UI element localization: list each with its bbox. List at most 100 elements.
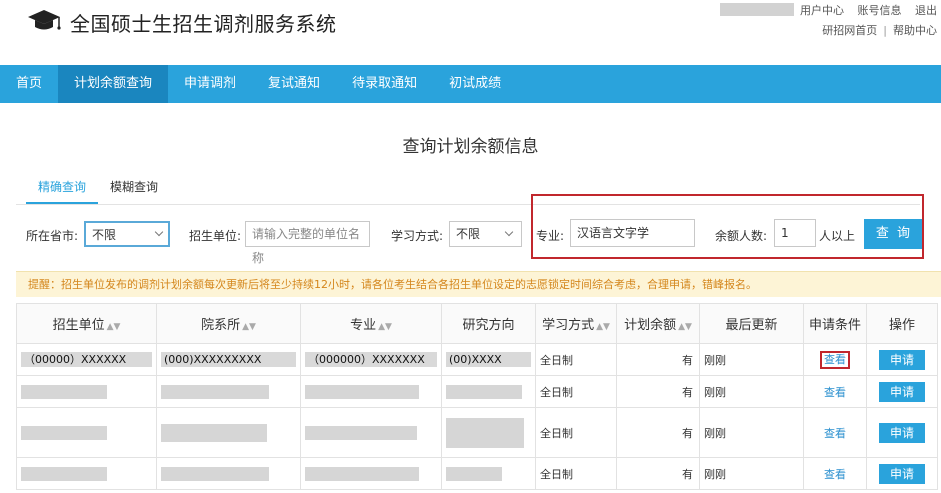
- province-select[interactable]: 不限: [84, 221, 170, 247]
- redacted-block: [161, 384, 269, 399]
- col-header-remain[interactable]: 计划余额 ▲▼: [616, 303, 700, 344]
- cell-mode: 全日制: [535, 407, 617, 458]
- province-select-value: 不限: [92, 228, 117, 242]
- view-conditions-link[interactable]: 查看: [820, 350, 850, 369]
- redacted-block: [446, 466, 502, 481]
- cell-mode: 全日制: [535, 457, 617, 490]
- highlight-box-major-filter: [531, 194, 924, 259]
- apply-button[interactable]: 申请: [879, 463, 925, 484]
- cell-mode: 全日制: [535, 375, 617, 408]
- sort-icon: ▲▼: [378, 322, 392, 332]
- nav-exam-scores[interactable]: 初试成绩: [433, 65, 517, 103]
- table-row: 全日制 有 刚刚 查看 申请: [16, 407, 938, 458]
- cell-unit: [16, 407, 157, 458]
- col-header-remain-label: 计划余额: [624, 318, 677, 333]
- redacted-block: [305, 384, 419, 399]
- redacted-block: [446, 417, 524, 448]
- top-links: 用户中心 账号信息 退出: [790, 2, 937, 18]
- col-header-action: 操作: [866, 303, 938, 344]
- cell-remain: 有: [616, 457, 700, 490]
- logout-link[interactable]: 退出: [915, 4, 937, 17]
- col-header-updated: 最后更新: [699, 303, 804, 344]
- col-header-major[interactable]: 专业 ▲▼: [300, 303, 442, 344]
- redacted-block: [305, 425, 417, 440]
- site-title: 全国硕士生招生调剂服务系统: [70, 12, 337, 36]
- direction-value: (00)XXXX: [446, 352, 531, 367]
- sort-icon: ▲▼: [596, 322, 610, 332]
- redacted-block: [21, 425, 107, 440]
- col-header-dept-label: 院系所: [201, 318, 241, 333]
- unit-input[interactable]: 请输入完整的单位名称: [245, 221, 370, 265]
- view-conditions-link[interactable]: 查看: [824, 427, 846, 440]
- tab-exact-query[interactable]: 精确查询: [26, 176, 99, 204]
- col-header-unit-label: 招生单位: [52, 318, 105, 333]
- cell-direction: [441, 375, 536, 408]
- cell-major: [300, 407, 442, 458]
- username-redacted: [720, 3, 794, 16]
- results-table: 招生单位 ▲▼ 院系所 ▲▼ 专业 ▲▼ 研究方向 学习方式 ▲▼ 计划余额 ▲▼ 最后更…: [16, 303, 938, 490]
- col-header-direction[interactable]: 研究方向: [441, 303, 536, 344]
- redacted-block: [21, 466, 107, 481]
- cell-updated: 刚刚: [699, 407, 804, 458]
- apply-button[interactable]: 申请: [879, 349, 925, 370]
- cell-conditions: 查看: [803, 375, 867, 408]
- cell-direction: [441, 457, 536, 490]
- cell-unit: （00000）XXXXXX: [16, 343, 157, 376]
- yanzhao-home-link[interactable]: 研招网首页: [822, 24, 877, 37]
- study-mode-select-value: 不限: [456, 227, 481, 241]
- redacted-block: [446, 384, 522, 399]
- study-mode-select[interactable]: 不限: [449, 221, 522, 247]
- col-header-dept[interactable]: 院系所 ▲▼: [156, 303, 301, 344]
- cell-direction: [441, 407, 536, 458]
- redacted-block: [305, 466, 419, 481]
- col-header-unit[interactable]: 招生单位 ▲▼: [16, 303, 157, 344]
- link-separator: |: [883, 24, 887, 37]
- cell-dept: [156, 375, 301, 408]
- nav-apply-adjust[interactable]: 申请调剂: [168, 65, 252, 103]
- sort-icon: ▲▼: [106, 322, 121, 332]
- cell-mode: 全日制: [535, 343, 617, 376]
- tab-fuzzy-query[interactable]: 模糊查询: [98, 176, 170, 204]
- cell-dept: (000)XXXXXXXXX: [156, 343, 301, 376]
- redacted-block: [161, 423, 267, 442]
- nav-retest-notice[interactable]: 复试通知: [252, 65, 336, 103]
- cell-conditions: 查看: [803, 407, 867, 458]
- chevron-down-icon: [154, 227, 164, 237]
- page: 全国硕士生招生调剂服务系统 用户中心 账号信息 退出 研招网首页 | 帮助中心 首页…: [0, 0, 941, 493]
- view-conditions-link[interactable]: 查看: [824, 386, 846, 399]
- help-center-link[interactable]: 帮助中心: [893, 24, 937, 37]
- cell-remain: 有: [616, 407, 700, 458]
- sort-icon: ▲▼: [242, 322, 256, 332]
- apply-button[interactable]: 申请: [879, 422, 925, 443]
- nav-admission-notice[interactable]: 待录取通知: [336, 65, 433, 103]
- redacted-block: [21, 384, 107, 399]
- chevron-down-icon: [504, 227, 514, 237]
- unit-label: 招生单位:: [189, 229, 242, 243]
- col-header-mode[interactable]: 学习方式 ▲▼: [535, 303, 617, 344]
- cell-direction: (00)XXXX: [441, 343, 536, 376]
- dept-value: (000)XXXXXXXXX: [161, 352, 296, 367]
- cell-action: 申请: [866, 343, 938, 376]
- user-center-link[interactable]: 用户中心: [800, 4, 844, 17]
- cell-major: [300, 457, 442, 490]
- cell-major: [300, 375, 442, 408]
- nav-plan-balance[interactable]: 计划余额查询: [58, 65, 169, 103]
- table-row: （00000）XXXXXX (000)XXXXXXXXX （000000）XXX…: [16, 343, 938, 376]
- cell-major: （000000）XXXXXXX: [300, 343, 442, 376]
- cell-action: 申请: [866, 407, 938, 458]
- sort-icon: ▲▼: [678, 322, 692, 332]
- view-conditions-link[interactable]: 查看: [824, 468, 846, 481]
- apply-button[interactable]: 申请: [879, 381, 925, 402]
- cell-dept: [156, 457, 301, 490]
- nav-home[interactable]: 首页: [0, 65, 58, 103]
- cell-action: 申请: [866, 457, 938, 490]
- major-value: （000000）XXXXXXX: [305, 352, 437, 367]
- account-info-link[interactable]: 账号信息: [858, 4, 902, 17]
- cell-conditions: 查看: [803, 457, 867, 490]
- query-tabs: 精确查询 模糊查询: [26, 176, 170, 204]
- col-header-major-label: 专业: [350, 318, 377, 333]
- cell-unit: [16, 457, 157, 490]
- cell-conditions: 查看: [803, 343, 867, 376]
- table-header-row: 招生单位 ▲▼ 院系所 ▲▼ 专业 ▲▼ 研究方向 学习方式 ▲▼ 计划余额 ▲▼ 最后更…: [16, 303, 938, 344]
- cell-unit: [16, 375, 157, 408]
